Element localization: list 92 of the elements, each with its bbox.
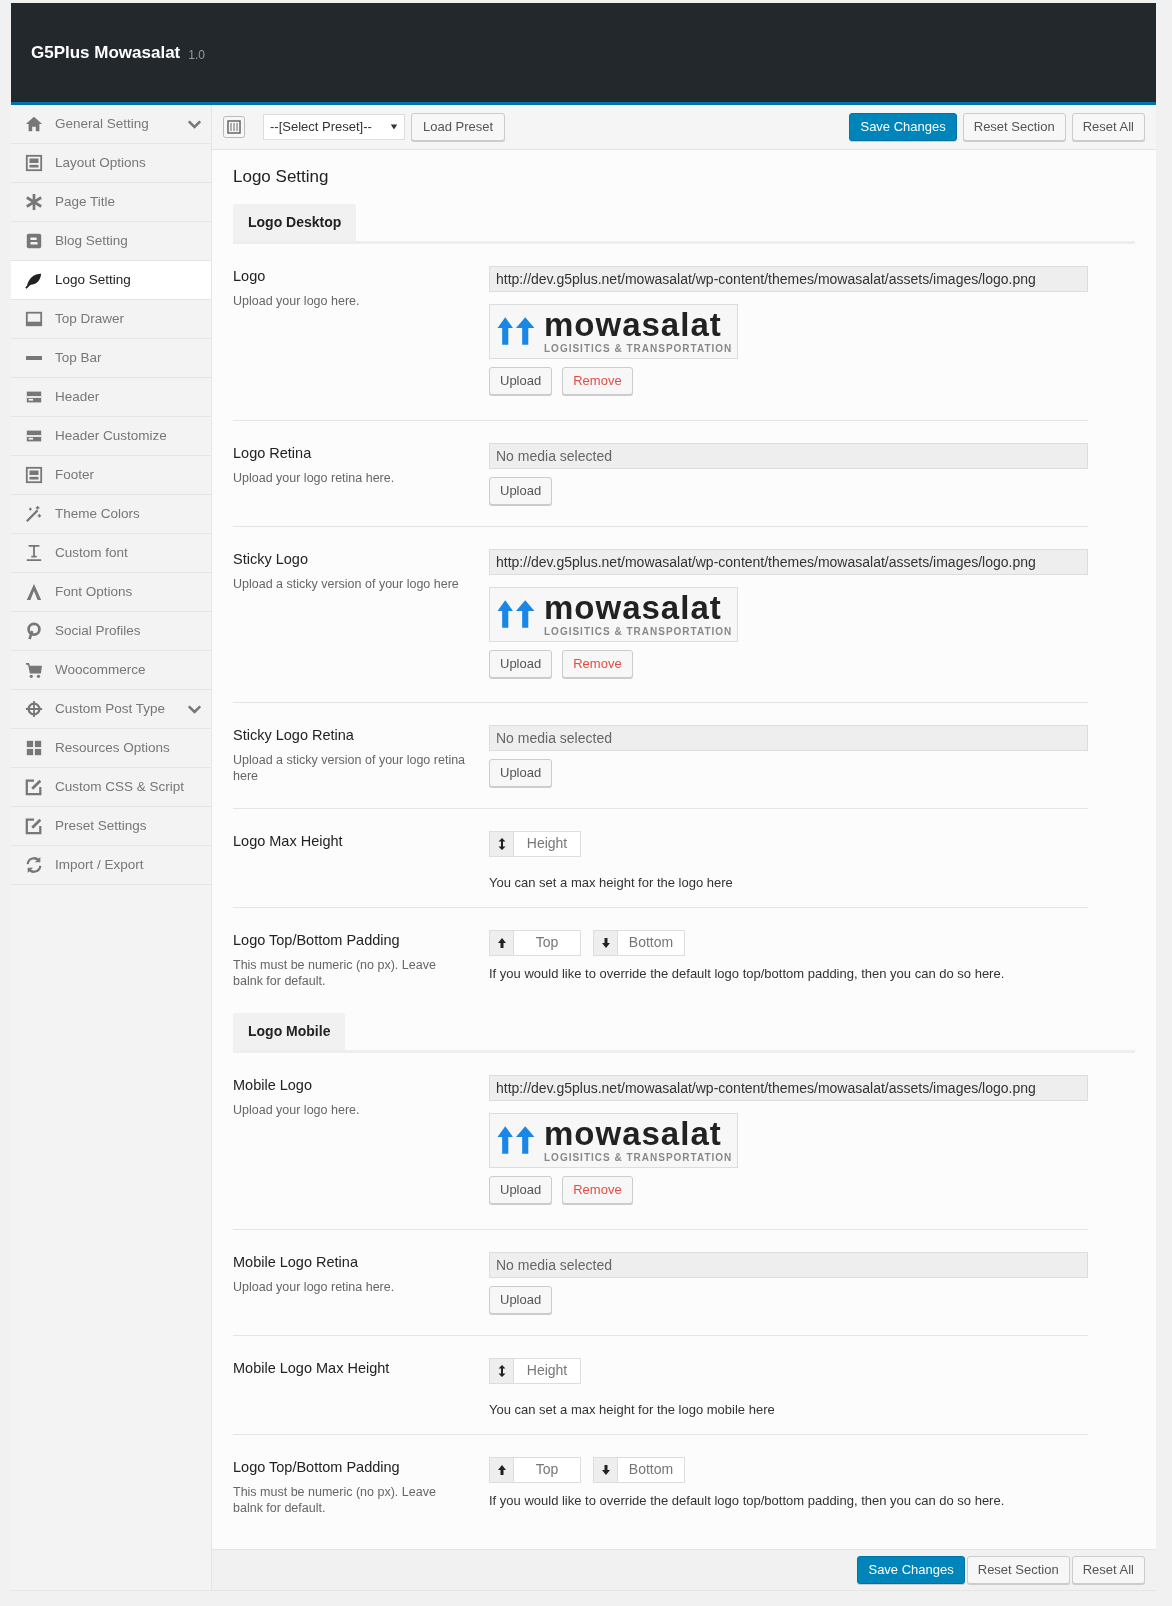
bar-icon — [25, 356, 43, 360]
field-description: Upload your logo retina here. — [233, 1279, 396, 1296]
action-button[interactable]: Upload — [489, 1175, 553, 1204]
field-label: Mobile Logo Retina — [233, 1252, 359, 1272]
field-label: Sticky Logo — [233, 549, 309, 569]
logo-tagline: LOGISITICS & TRANSPORTATION — [544, 627, 733, 637]
help-text: If you would like to override the default logo top/bottom padding, then you can do so here. — [489, 964, 1005, 983]
field-label: Sticky Logo Retina — [233, 725, 355, 745]
preset-select[interactable]: --[Select Preset]-- — [263, 114, 405, 140]
remove-button[interactable]: Remove — [562, 649, 633, 678]
remove-button[interactable]: Remove — [562, 366, 633, 395]
text-size-icon — [25, 544, 43, 562]
dropdown-arrow-icon — [390, 123, 398, 131]
logo-tagline: LOGISITICS & TRANSPORTATION — [544, 1153, 733, 1163]
field-description: Upload your logo retina here. — [233, 470, 396, 487]
url-field[interactable]: No media selected — [489, 1251, 1088, 1278]
app-title: G5Plus Mowasalat — [31, 41, 181, 64]
logo-wordmark: mowasalat — [544, 591, 723, 624]
resize-vertical-icon — [496, 837, 507, 850]
leaf-icon — [25, 271, 43, 289]
arrow-down-icon — [600, 936, 611, 949]
section-tab[interactable]: Logo Desktop — [233, 203, 357, 241]
field-label: Mobile Logo Max Height — [233, 1358, 391, 1378]
action-button[interactable]: Reset All — [1071, 1556, 1145, 1584]
arrows-up-icon — [496, 597, 536, 631]
field-description: Upload your logo here. — [233, 1102, 361, 1119]
save-button[interactable]: Save Changes — [857, 1556, 965, 1584]
field-label: Logo Retina — [233, 443, 313, 463]
field-description: Upload your logo here. — [233, 293, 361, 310]
font-icon — [25, 583, 43, 601]
magic-wand-icon — [25, 505, 43, 523]
arrows-up-icon — [496, 314, 536, 348]
action-button[interactable]: Upload — [489, 476, 553, 505]
crosshair-icon — [25, 700, 43, 718]
window-icon — [25, 310, 43, 328]
arrow-up-icon — [496, 936, 507, 949]
action-button[interactable]: Upload — [489, 1285, 553, 1314]
action-button[interactable]: Reset Section — [966, 1556, 1070, 1584]
help-text: You can set a max height for the logo mobile here — [489, 1400, 775, 1419]
cart-icon — [25, 661, 43, 679]
field-description: Upload a sticky version of your logo here — [233, 576, 460, 593]
url-field[interactable]: http://dev.g5plus.net/mowasalat/wp-content/themes/mowasalat/assets/images/logo.png — [489, 265, 1088, 292]
sidebar-item[interactable]: Logo Setting — [11, 261, 211, 300]
arrow-down-icon — [600, 1463, 611, 1476]
action-button[interactable]: Reset Section — [962, 113, 1066, 141]
footer-icon — [25, 466, 43, 484]
refresh-icon — [25, 856, 43, 874]
url-field[interactable]: No media selected — [489, 442, 1088, 469]
action-button[interactable]: Upload — [489, 758, 553, 787]
field-description: Upload a sticky version of your logo retina here — [233, 752, 467, 785]
arrows-up-icon — [496, 1123, 536, 1157]
action-button[interactable]: Reset All — [1071, 113, 1145, 141]
section-title: Logo Setting — [233, 166, 330, 188]
section-tab[interactable]: Logo Mobile — [233, 1012, 346, 1050]
help-text: You can set a max height for the logo here — [489, 873, 733, 892]
remove-button[interactable]: Remove — [562, 1175, 633, 1204]
field-description: This must be numeric (no px). Leave balnk for default. — [233, 957, 437, 990]
url-field[interactable]: No media selected — [489, 724, 1088, 751]
help-text: If you would like to override the default logo top/bottom padding, then you can do so here. — [489, 1491, 1005, 1510]
edit-icon — [25, 817, 43, 835]
version-label: 1.0 — [188, 46, 205, 64]
url-field[interactable]: http://dev.g5plus.net/mowasalat/wp-content/themes/mowasalat/assets/images/logo.png — [489, 548, 1088, 575]
field-label: Logo Top/Bottom Padding — [233, 930, 401, 950]
field-label: Logo — [233, 266, 267, 286]
home-icon — [25, 115, 43, 133]
url-field[interactable]: http://dev.g5plus.net/mowasalat/wp-content/themes/mowasalat/assets/images/logo.png — [489, 1074, 1088, 1101]
dimension-field[interactable]: Bottom — [593, 929, 685, 956]
arrow-up-icon — [496, 1463, 507, 1476]
logo-wordmark: mowasalat — [544, 308, 723, 341]
dimension-field[interactable]: Height — [489, 1357, 581, 1384]
field-description: This must be numeric (no px). Leave balnk for default. — [233, 1484, 437, 1517]
action-button[interactable]: Upload — [489, 366, 553, 395]
logo-tagline: LOGISITICS & TRANSPORTATION — [544, 344, 733, 354]
dimension-field[interactable]: Height — [489, 830, 581, 857]
logo-wordmark: mowasalat — [544, 1117, 723, 1150]
field-label: Mobile Logo — [233, 1075, 313, 1095]
pin-icon — [25, 622, 43, 640]
edit-icon — [25, 778, 43, 796]
action-button[interactable]: Upload — [489, 649, 553, 678]
field-label: Logo Top/Bottom Padding — [233, 1457, 401, 1477]
layout-icon — [25, 154, 43, 172]
save-button[interactable]: Save Changes — [849, 113, 957, 141]
field-label: Logo Max Height — [233, 831, 344, 851]
grid-icon — [25, 739, 43, 757]
dimension-field[interactable]: Top — [489, 1456, 581, 1483]
dimension-field[interactable]: Bottom — [593, 1456, 685, 1483]
load-preset-button[interactable]: Load Preset — [411, 113, 506, 141]
layout-toggle-icon — [223, 116, 245, 138]
resize-vertical-icon — [496, 1364, 507, 1377]
dimension-field[interactable]: Top — [489, 929, 581, 956]
document-icon — [25, 232, 43, 250]
asterisk-icon — [25, 193, 43, 211]
